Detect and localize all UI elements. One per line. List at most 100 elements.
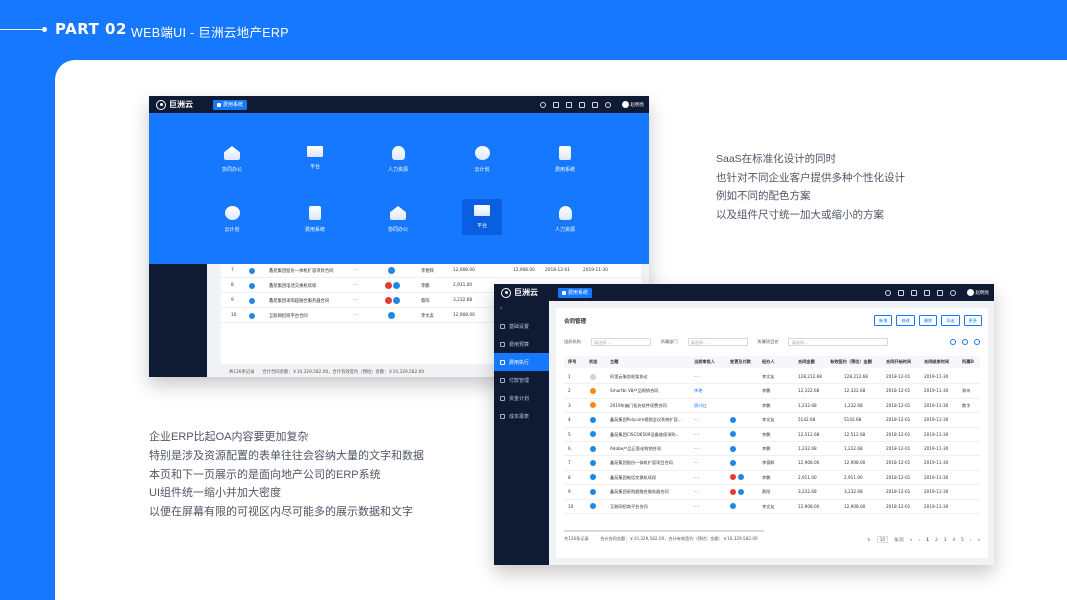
- delete-button[interactable]: 删除: [918, 315, 938, 326]
- table-row[interactable]: 5 鑫苑集团CISCO6509设备维保采购... - - 李鹏 12,512.68 12,…: [564, 428, 980, 442]
- app-logo[interactable]: 巨洲云: [501, 287, 538, 298]
- toolbar-icons: 赵明亮: [539, 101, 644, 108]
- page-size-select[interactable]: 10: [876, 536, 889, 543]
- cell-title: 鑫苑集团股份一体机扩容项目合同: [269, 268, 334, 274]
- calendar-icon[interactable]: [565, 101, 572, 108]
- cell-approver[interactable]: 李艳: [694, 388, 702, 394]
- sidebar-item-basic-settings[interactable]: 基础设置: [494, 317, 549, 335]
- search-icon[interactable]: [884, 289, 891, 296]
- reset-icon[interactable]: [962, 339, 968, 345]
- system-switch-chip[interactable]: 费用系统: [558, 287, 593, 298]
- search-icon[interactable]: [950, 339, 956, 345]
- bell-icon[interactable]: [552, 101, 559, 108]
- cell-title: 2019年幽门拓充软件续费合同: [610, 402, 667, 408]
- note-line: 特别是涉及资源配置的表单往往会容纳大量的文字和数据: [149, 449, 424, 462]
- cell-approver[interactable]: 周兴红: [694, 403, 707, 409]
- app-logo[interactable]: 巨洲云: [156, 99, 193, 110]
- cell-amount: 3,232.68: [453, 298, 473, 303]
- tag-icon[interactable]: [730, 488, 736, 495]
- user-menu[interactable]: 赵明亮: [966, 289, 989, 296]
- refresh-icon[interactable]: ↻: [867, 537, 871, 542]
- chevron-down-icon[interactable]: [974, 339, 980, 345]
- top-bar: 巨洲云 费用系统 赵明亮: [149, 96, 649, 113]
- sidebar-item-budget[interactable]: 费用预算: [494, 335, 549, 353]
- page-4[interactable]: 4: [952, 537, 955, 542]
- note-line: 也针对不同企业客户提供多种个性化设计: [716, 171, 905, 184]
- menu-item[interactable]: 协同办公: [212, 146, 252, 173]
- tag-icon[interactable]: [730, 445, 736, 452]
- cell-amount: 12,908.00: [453, 313, 475, 318]
- menu-item[interactable]: 人力资源: [545, 206, 585, 233]
- search-icon[interactable]: [539, 101, 546, 108]
- table-row[interactable]: 6 Adobe产品正版化购销合同 - - 李鹏 1,232.68 1,232.68 2018…: [564, 442, 980, 457]
- tag-icon[interactable]: [730, 474, 736, 481]
- cell-approver: - -: [353, 298, 358, 303]
- tag-icon[interactable]: [730, 459, 736, 466]
- table-row[interactable]: 3 2019年幽门拓充软件续费合同 周兴红 李鹏 1,232.68 1,232.68 201…: [564, 399, 980, 414]
- system-switch-chip[interactable]: 费用系统: [213, 99, 248, 110]
- project-select[interactable]: 请选择...: [788, 338, 889, 346]
- prev-page-icon[interactable]: ‹: [918, 537, 920, 542]
- table-row[interactable]: 1 阿里云服务框架协议 - - 李文友 128,212.68 128,212.68 2018…: [564, 370, 980, 385]
- note-line: 以便在屏幕有限的可视区内尽可能多的展示数据和文字: [149, 506, 413, 519]
- edit-button[interactable]: 修改: [896, 315, 915, 326]
- org-select[interactable]: 请选择...: [590, 338, 651, 346]
- menu-item[interactable]: 云计划: [212, 206, 252, 233]
- next-page-icon[interactable]: ›: [970, 537, 972, 542]
- calendar-icon[interactable]: [910, 289, 917, 296]
- cell-amount: 2,911.00: [453, 283, 473, 288]
- tag-icon[interactable]: [730, 431, 736, 438]
- table-row[interactable]: 2 Smartbi V8产品购销合同 李艳 李鹏 12,322.68 12,322.68 2…: [564, 384, 980, 399]
- collapse-icon[interactable]: ‹: [494, 301, 549, 317]
- cell-owner: 李德辉: [421, 268, 434, 274]
- page-3[interactable]: 3: [944, 537, 947, 542]
- table-row[interactable]: 9 鑫苑集团采购超融合服务器合同 - - 蔡阳 3,232.68 3,232.68 2018…: [564, 485, 980, 500]
- cell-amount: 5142.68: [798, 417, 816, 423]
- sidebar-item-cost-report[interactable]: 成本报表: [494, 407, 549, 425]
- menu-item[interactable]: 费用系统: [545, 146, 585, 173]
- col-amount: 合同金额: [798, 359, 815, 364]
- menu-item-label: 费用系统: [304, 227, 325, 233]
- tag-icon[interactable]: [730, 503, 736, 510]
- table-row[interactable]: 8 鑫苑集团电话交换机续保 - - 李鹏 2,911.00 2,911.00 2018-12…: [564, 471, 980, 486]
- menu-item[interactable]: 平台: [295, 146, 335, 170]
- menu-item[interactable]: 协同办公: [378, 206, 418, 233]
- menu-item[interactable]: 费用系统: [295, 206, 335, 233]
- add-button[interactable]: 新增: [874, 315, 893, 326]
- dept-select[interactable]: 请选择...: [687, 338, 748, 346]
- monitor-icon[interactable]: [923, 289, 930, 296]
- sidebar-item-funding-plan[interactable]: 资金计划: [494, 389, 549, 407]
- horizontal-scrollbar[interactable]: [564, 530, 764, 532]
- sidebar-item-payments[interactable]: 付款管理: [494, 371, 549, 389]
- first-page-icon[interactable]: «: [910, 537, 913, 542]
- page-5[interactable]: 5: [961, 537, 964, 542]
- monitor-icon[interactable]: [578, 101, 585, 108]
- menu-item-active[interactable]: 平台: [462, 199, 502, 235]
- star-icon[interactable]: [591, 101, 598, 108]
- last-page-icon[interactable]: »: [977, 537, 980, 542]
- table-row[interactable]: 7 鑫苑集团股份一体机扩容项目合同 - - 李德辉 12,908.00 12,908.00…: [564, 456, 980, 471]
- tag-icon[interactable]: [738, 474, 744, 481]
- export-button[interactable]: 导出: [941, 315, 960, 326]
- user-menu[interactable]: 赵明亮: [621, 101, 644, 108]
- tag-icon: [388, 267, 395, 274]
- tag-icon[interactable]: [738, 488, 744, 495]
- menu-item-label: 云计划: [224, 227, 240, 233]
- sidebar-item-execution[interactable]: 费用执行: [494, 353, 549, 371]
- table-row[interactable]: 7 鑫苑集团股份一体机扩容项目合同 - - 李德辉 12,908.00 12,9…: [221, 264, 641, 278]
- cell-effective: 1,232.68: [844, 446, 863, 451]
- table-row[interactable]: 4 鑫苑集团Polycom视频会议系统扩容... - - 李文友 5142.68 5142…: [564, 413, 980, 428]
- menu-item[interactable]: 人力资源: [378, 146, 418, 173]
- more-button[interactable]: 更多: [963, 315, 982, 326]
- help-icon[interactable]: [949, 289, 956, 296]
- col-changes: 变更及付款: [730, 359, 751, 364]
- table-row[interactable]: 10 互联网招商平台合同 - - 李文友 12,908.00 12,908.00 2018-…: [564, 500, 980, 514]
- page-2[interactable]: 2: [935, 537, 938, 542]
- menu-item[interactable]: 云计划: [462, 146, 502, 173]
- bell-icon[interactable]: [897, 289, 904, 296]
- cell-title: 互联网招商平台合同: [610, 503, 648, 509]
- page-1[interactable]: 1: [926, 537, 929, 542]
- star-icon[interactable]: [936, 289, 943, 296]
- help-icon[interactable]: [604, 101, 611, 108]
- tag-icon[interactable]: [730, 416, 736, 423]
